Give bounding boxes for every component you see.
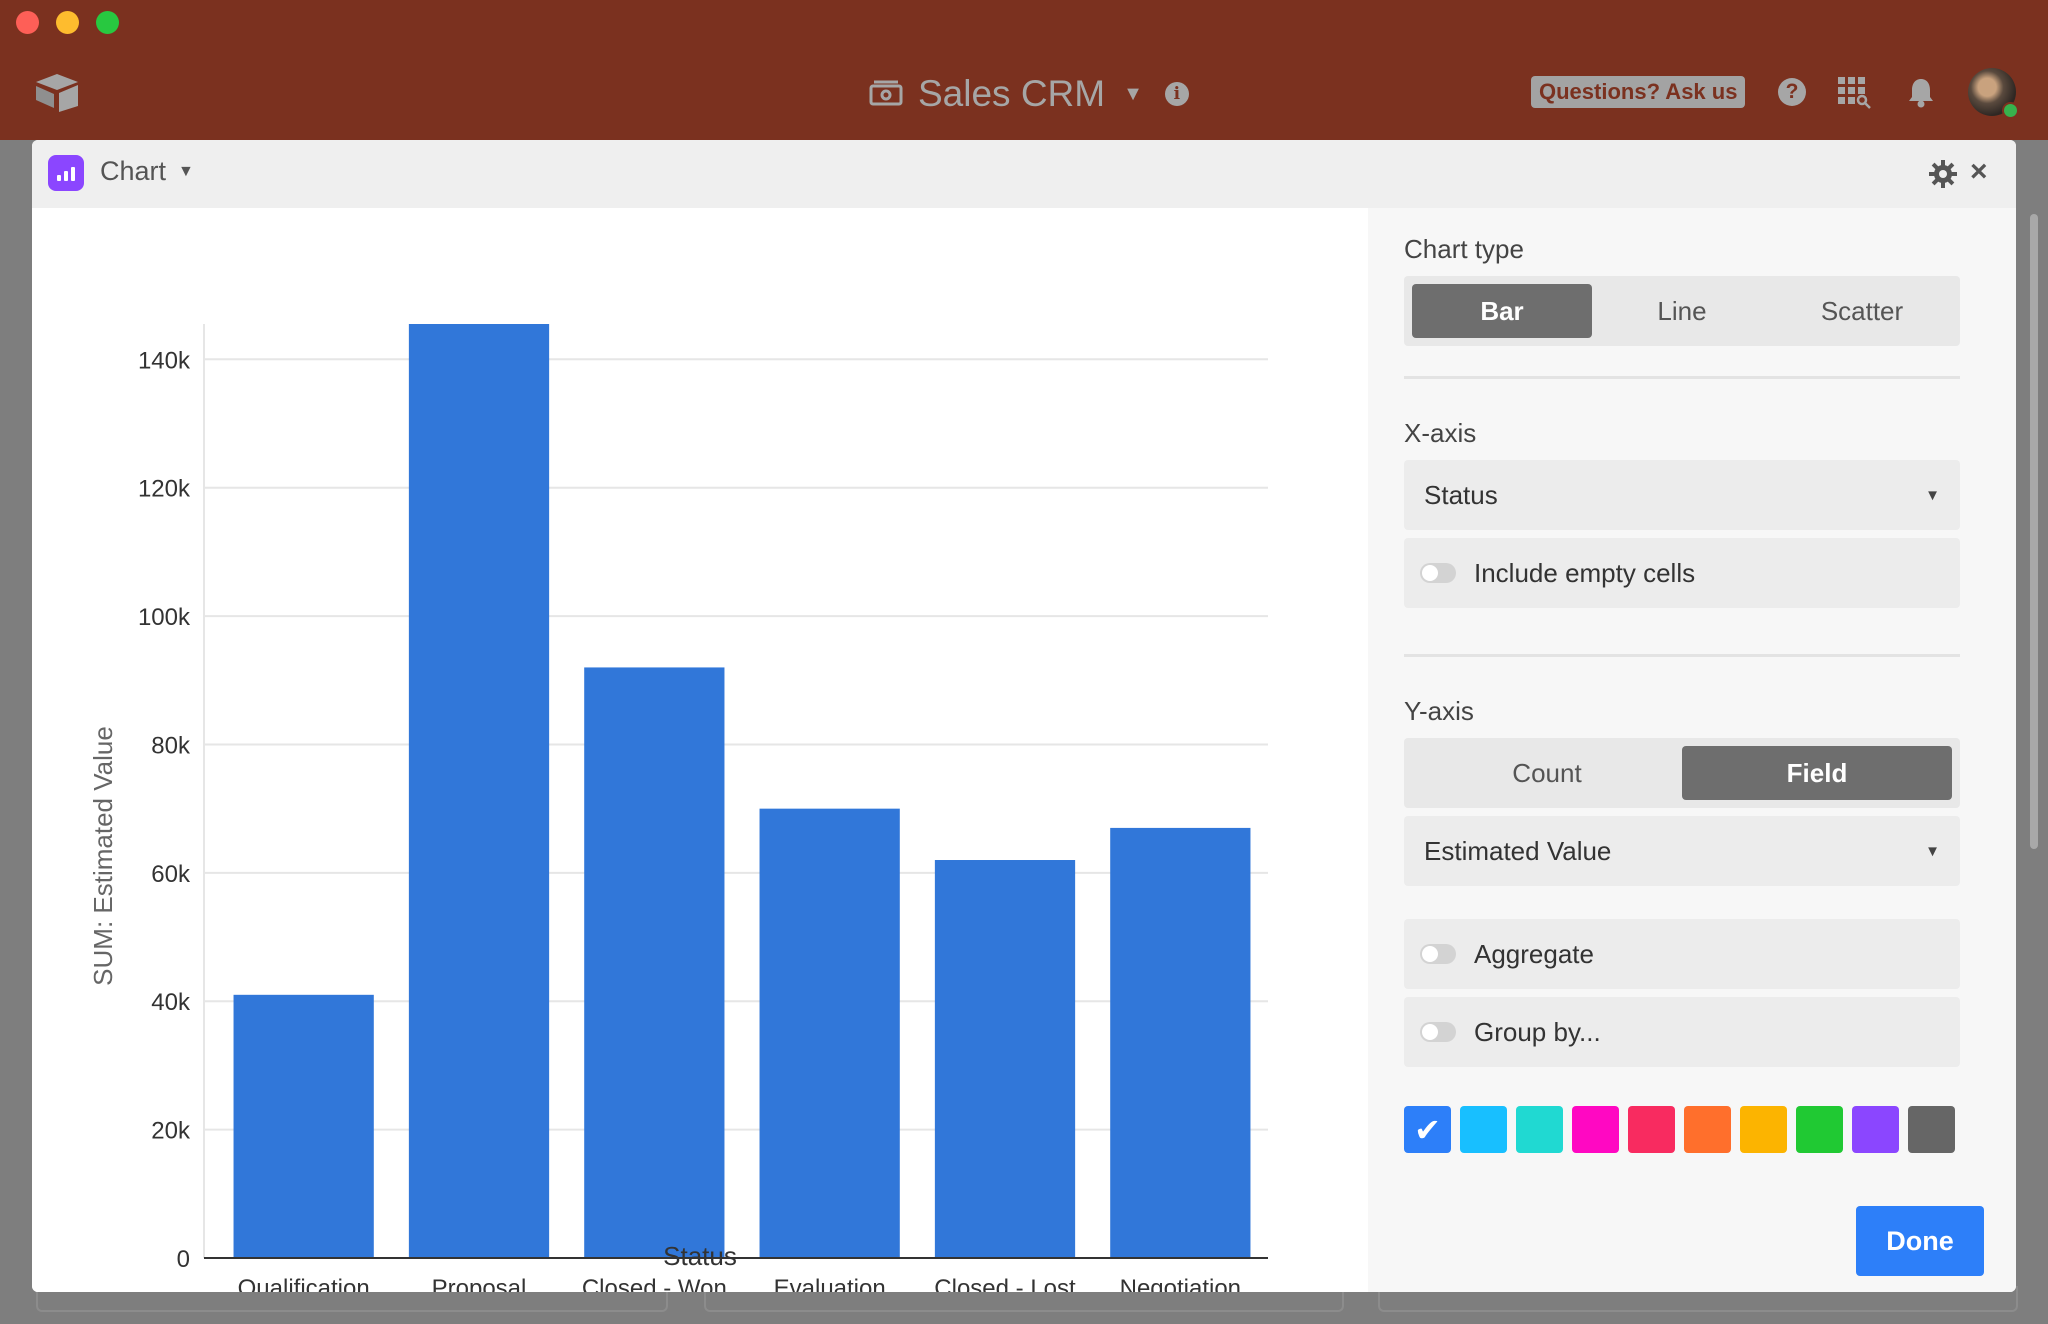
- online-status-dot: [2002, 102, 2019, 119]
- color-swatch[interactable]: [1796, 1106, 1843, 1153]
- y-mode-count[interactable]: Count: [1412, 746, 1682, 800]
- group-by-row[interactable]: Group by...: [1404, 997, 1960, 1067]
- color-swatch[interactable]: [1460, 1106, 1507, 1153]
- questions-ask-us-button[interactable]: Questions? Ask us: [1531, 76, 1746, 108]
- aggregate-label: Aggregate: [1474, 938, 1594, 969]
- color-swatch[interactable]: [1740, 1106, 1787, 1153]
- chart-type-selector: Bar Line Scatter: [1404, 276, 1960, 346]
- chevron-down-icon: ▼: [1925, 842, 1940, 860]
- y-axis-title: SUM: Estimated Value: [88, 726, 118, 986]
- color-swatch[interactable]: [1516, 1106, 1563, 1153]
- aggregate-toggle[interactable]: [1420, 944, 1456, 964]
- y-tick-label: 40k: [151, 989, 191, 1016]
- y-axis-label: Y-axis: [1404, 696, 1474, 726]
- x-tick-label: Qualification: [238, 1275, 370, 1292]
- color-swatch[interactable]: [1852, 1106, 1899, 1153]
- money-icon: [868, 76, 904, 112]
- bar-closed-lost[interactable]: [934, 860, 1076, 1258]
- chevron-down-icon: ▼: [1925, 486, 1940, 504]
- help-icon[interactable]: ?: [1778, 78, 1806, 106]
- info-icon[interactable]: i: [1164, 82, 1189, 106]
- chevron-down-icon: ▼: [178, 162, 194, 180]
- include-empty-cells-label: Include empty cells: [1474, 557, 1696, 588]
- x-tick-label: Closed - Lost: [934, 1275, 1076, 1292]
- chart-area: 0 20k 40k 60k 80k 100k 120k 140k Qualification Pr…: [32, 208, 1368, 1292]
- close-window-button[interactable]: [16, 11, 39, 34]
- bar-evaluation[interactable]: [759, 808, 900, 1258]
- y-tick-label: 0: [177, 1246, 190, 1273]
- zoom-window-button[interactable]: [96, 11, 119, 34]
- x-tick-label: Closed - Won: [582, 1275, 727, 1292]
- title-bar: Sales CRM ▼ i Questions? Ask us ?: [0, 0, 2048, 140]
- color-swatch[interactable]: [1628, 1106, 1675, 1153]
- chevron-down-icon: ▼: [1123, 82, 1143, 105]
- aggregate-row[interactable]: Aggregate: [1404, 919, 1960, 989]
- chart-type-bar[interactable]: Bar: [1412, 284, 1592, 338]
- group-by-toggle[interactable]: [1420, 1022, 1456, 1042]
- page-scrollbar[interactable]: [2030, 214, 2038, 849]
- y-axis-field-select[interactable]: Estimated Value ▼: [1404, 816, 1960, 886]
- block-title: Chart: [100, 156, 167, 186]
- gear-icon[interactable]: [1929, 160, 1957, 193]
- x-axis-field-value: Status: [1424, 479, 1498, 510]
- y-tick-label: 20k: [151, 1118, 191, 1145]
- app-window: Sales CRM ▼ i Questions? Ask us ? Chart …: [0, 0, 2048, 1324]
- bar-chart: 0 20k 40k 60k 80k 100k 120k 140k Qualification Pr…: [88, 324, 1268, 1292]
- y-tick-label: 80k: [151, 732, 191, 759]
- color-swatch[interactable]: [1908, 1106, 1955, 1153]
- x-tick-label: Negotiation: [1120, 1275, 1241, 1292]
- apps-grid-icon[interactable]: [1838, 77, 1872, 114]
- include-empty-cells-row[interactable]: Include empty cells: [1404, 538, 1960, 608]
- base-title[interactable]: Sales CRM ▼ i: [868, 70, 1189, 118]
- done-button[interactable]: Done: [1856, 1206, 1984, 1276]
- x-axis-label: X-axis: [1404, 418, 1477, 448]
- chart-type-label: Chart type: [1404, 234, 1524, 264]
- y-axis-field-value: Estimated Value: [1424, 835, 1612, 866]
- chart-app-icon: [48, 155, 84, 191]
- y-tick-label: 60k: [151, 861, 191, 888]
- color-swatch[interactable]: ✔: [1404, 1106, 1451, 1153]
- x-tick-label: Proposal: [432, 1275, 527, 1292]
- color-swatch-row: ✔: [1404, 1106, 1955, 1153]
- x-axis-title: Status: [663, 1241, 737, 1271]
- chart-type-line[interactable]: Line: [1592, 284, 1772, 338]
- chart-bars: [233, 324, 1251, 1258]
- bar-proposal[interactable]: [408, 324, 550, 1258]
- y-mode-field[interactable]: Field: [1682, 746, 1952, 800]
- bar-closed-won[interactable]: [584, 667, 725, 1258]
- divider: [1404, 376, 1960, 379]
- color-swatch[interactable]: [1572, 1106, 1619, 1153]
- y-tick-label: 120k: [138, 476, 191, 503]
- color-swatch[interactable]: [1684, 1106, 1731, 1153]
- group-by-label: Group by...: [1474, 1016, 1601, 1047]
- y-tick-label: 140k: [138, 347, 191, 374]
- block-title-dropdown[interactable]: Chart ▼: [100, 156, 194, 187]
- close-icon[interactable]: ×: [1970, 154, 1988, 190]
- y-axis-mode-selector: Count Field: [1404, 738, 1960, 808]
- x-axis-field-select[interactable]: Status ▼: [1404, 460, 1960, 530]
- bar-negotiation[interactable]: [1110, 827, 1251, 1258]
- base-name: Sales CRM: [918, 73, 1106, 114]
- airtable-logo-icon[interactable]: [34, 72, 80, 117]
- bar-qualification[interactable]: [233, 994, 374, 1258]
- divider: [1404, 654, 1960, 657]
- notifications-bell-icon[interactable]: [1906, 76, 1936, 113]
- y-tick-label: 100k: [138, 604, 191, 631]
- checkmark-icon: ✔: [1414, 1111, 1441, 1148]
- include-empty-cells-toggle[interactable]: [1420, 563, 1456, 583]
- modal-header: Chart ▼ ×: [32, 140, 2016, 209]
- chart-type-scatter[interactable]: Scatter: [1772, 284, 1952, 338]
- minimize-window-button[interactable]: [56, 11, 79, 34]
- x-tick-label: Evaluation: [774, 1275, 886, 1292]
